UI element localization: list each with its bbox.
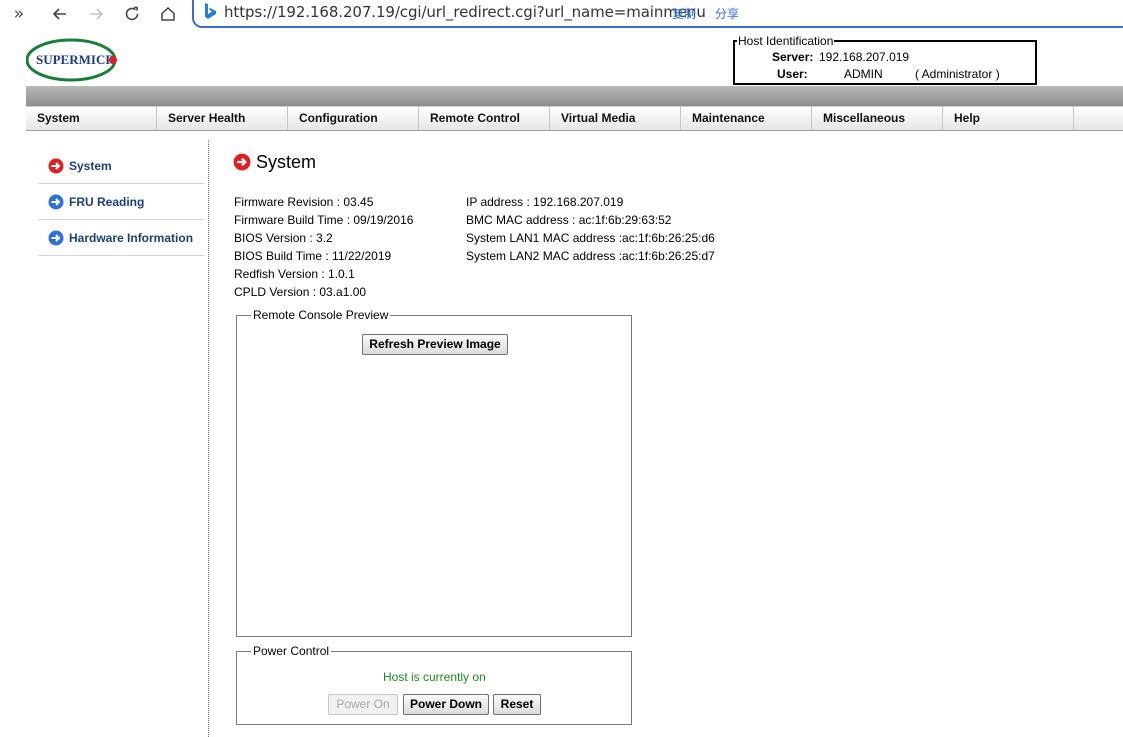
sidebar-item-label: FRU Reading	[69, 195, 145, 209]
red-arrow-icon	[48, 158, 64, 174]
sidebar-item-fru-reading[interactable]: FRU Reading	[38, 184, 204, 220]
redfish-version: Redfish Version : 1.0.1	[234, 267, 355, 281]
browser-toolbar: » https://192.168.207.19/cgi/url_redirec…	[0, 0, 1123, 28]
lan2-mac-address: System LAN2 MAC address :ac:1f:6b:26:25:…	[466, 249, 715, 263]
menu-remote-control[interactable]: Remote Control	[419, 107, 550, 130]
user-label: User:	[777, 67, 808, 81]
sidebar-item-label: System	[69, 159, 112, 173]
menu-virtual-media[interactable]: Virtual Media	[550, 107, 681, 130]
bios-build-time: BIOS Build Time : 11/22/2019	[234, 249, 392, 263]
red-arrow-icon	[233, 153, 251, 171]
logo-text: SUPERMICR	[36, 52, 115, 67]
overflow-chevrons-icon[interactable]: »	[8, 3, 30, 25]
main-menu: System Server Health Configuration Remot…	[26, 106, 1123, 131]
remote-console-preview: Remote Console Preview Refresh Preview I…	[236, 308, 632, 637]
remote-console-legend: Remote Console Preview	[251, 308, 391, 322]
sidebar: System FRU Reading Hardware Information	[38, 148, 204, 256]
copy-link[interactable]: 复制	[672, 5, 696, 22]
refresh-preview-button[interactable]: Refresh Preview Image	[362, 334, 508, 355]
bmc-mac-address: BMC MAC address : ac:1f:6b:29:63:52	[466, 213, 672, 227]
blue-arrow-icon	[48, 230, 64, 246]
lan1-mac-address: System LAN1 MAC address :ac:1f:6b:26:25:…	[466, 231, 715, 245]
ip-address: IP address : 192.168.207.019	[466, 195, 624, 209]
firmware-info: Firmware Revision : 03.45 Firmware Build…	[234, 193, 413, 301]
address-bar[interactable]: https://192.168.207.19/cgi/url_redirect.…	[192, 0, 1123, 28]
server-value: 192.168.207.019	[819, 50, 910, 64]
sidebar-item-system[interactable]: System	[38, 148, 204, 184]
menu-maintenance[interactable]: Maintenance	[681, 107, 812, 130]
firmware-revision: Firmware Revision : 03.45	[234, 195, 374, 209]
power-control: Power Control Host is currently on Power…	[236, 644, 632, 725]
firmware-build-time: Firmware Build Time : 09/19/2016	[234, 213, 414, 227]
bios-version: BIOS Version : 3.2	[234, 231, 333, 245]
user-value: ADMIN	[844, 67, 883, 81]
header-band	[26, 86, 1123, 106]
sidebar-divider	[208, 140, 209, 737]
network-info: IP address : 192.168.207.019 BMC MAC add…	[466, 193, 715, 265]
menu-system[interactable]: System	[26, 107, 157, 130]
power-down-button[interactable]: Power Down	[403, 694, 489, 715]
power-control-legend: Power Control	[251, 644, 332, 658]
cpld-version: CPLD Version : 03.a1.00	[234, 285, 367, 299]
host-identification-box: Host Identification Server: 192.168.207.…	[733, 34, 1037, 85]
server-label: Server:	[772, 50, 814, 64]
back-arrow-icon[interactable]	[49, 3, 71, 25]
supermicro-logo: SUPERMICR	[26, 38, 117, 82]
url-text[interactable]: https://192.168.207.19/cgi/url_redirect.…	[224, 3, 706, 21]
reset-button[interactable]: Reset	[493, 694, 541, 715]
sidebar-item-label: Hardware Information	[69, 231, 194, 245]
power-on-button[interactable]: Power On	[328, 694, 398, 715]
menu-configuration[interactable]: Configuration	[288, 107, 419, 130]
page-title: System	[256, 152, 317, 172]
menu-server-health[interactable]: Server Health	[157, 107, 288, 130]
bing-icon	[205, 3, 216, 19]
forward-arrow-icon[interactable]	[85, 3, 107, 25]
user-role: ( Administrator )	[915, 67, 1000, 81]
reload-icon[interactable]	[121, 3, 143, 25]
home-icon[interactable]	[157, 3, 179, 25]
host-status-text: Host is currently on	[383, 670, 486, 684]
sidebar-item-hardware-information[interactable]: Hardware Information	[38, 220, 204, 256]
host-identification-legend: Host Identification	[737, 34, 835, 48]
menu-help[interactable]: Help	[943, 107, 1074, 130]
share-link[interactable]: 分享	[715, 5, 739, 22]
menu-miscellaneous[interactable]: Miscellaneous	[812, 107, 943, 130]
blue-arrow-icon	[48, 194, 64, 210]
